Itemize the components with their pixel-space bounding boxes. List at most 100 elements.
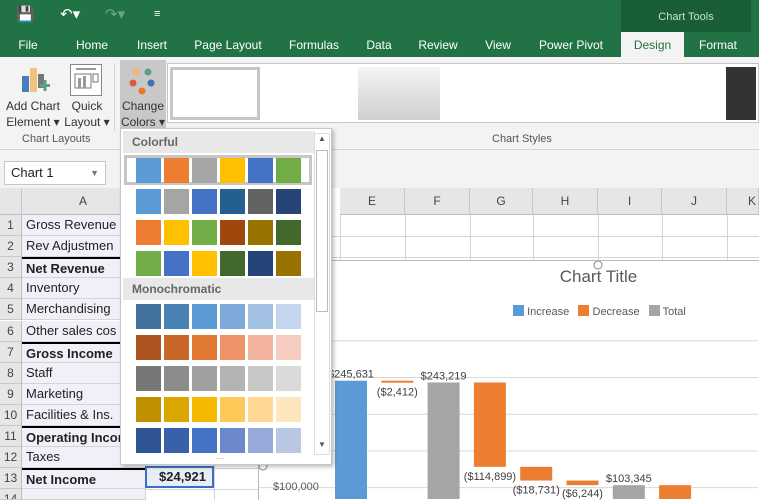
colorful-palette-1-swatch[interactable] — [136, 158, 161, 183]
chart-style-1[interactable] — [170, 67, 260, 120]
monochromatic-palette-4-swatch[interactable] — [136, 397, 161, 422]
row-header[interactable]: 5 — [0, 299, 22, 321]
monochromatic-palette-3-swatch[interactable] — [192, 366, 217, 391]
monochromatic-palette-2-swatch[interactable] — [220, 335, 245, 360]
monochromatic-palette-2-swatch[interactable] — [164, 335, 189, 360]
colorful-palette-2-swatch[interactable] — [164, 189, 189, 214]
row-header[interactable]: 13 — [0, 468, 22, 490]
monochromatic-palette-5-swatch[interactable] — [220, 428, 245, 453]
colorful-palette-1-swatch[interactable] — [220, 158, 245, 183]
colorful-palette-4-swatch[interactable] — [136, 251, 161, 276]
bar-increase[interactable] — [335, 380, 367, 499]
cell-b13[interactable]: $24,921 — [145, 466, 214, 488]
monochromatic-palette-3-swatch[interactable] — [164, 366, 189, 391]
tab-insert[interactable]: Insert — [132, 32, 172, 57]
monochromatic-palette-2-swatch[interactable] — [276, 335, 301, 360]
bar-decrease[interactable] — [381, 380, 414, 383]
row-header[interactable]: 7 — [0, 341, 22, 363]
colorful-palette-4-swatch[interactable] — [276, 251, 301, 276]
tab-design[interactable]: Design — [621, 32, 684, 57]
monochromatic-palette-3-swatch[interactable] — [248, 366, 273, 391]
monochromatic-palette-1-swatch[interactable] — [136, 304, 161, 329]
colorful-palette-2-swatch[interactable] — [248, 189, 273, 214]
colorful-palette-3-swatch[interactable] — [192, 220, 217, 245]
chart-style-3[interactable] — [358, 67, 440, 120]
colorful-palette-4-swatch[interactable] — [220, 251, 245, 276]
monochromatic-palette-5-swatch[interactable] — [248, 428, 273, 453]
select-all-corner[interactable] — [0, 188, 22, 215]
monochromatic-palette-1-swatch[interactable] — [248, 304, 273, 329]
colorful-palette-1-swatch[interactable] — [276, 158, 301, 183]
cell-a14[interactable] — [22, 489, 145, 500]
monochromatic-palette-2-swatch[interactable] — [248, 335, 273, 360]
colorful-palette-3-swatch[interactable] — [164, 220, 189, 245]
chevron-down-icon[interactable]: ▼ — [90, 162, 99, 184]
row-header[interactable]: 8 — [0, 362, 22, 384]
tab-view[interactable]: View — [480, 32, 516, 57]
colorful-palette-2-swatch[interactable] — [136, 189, 161, 214]
monochromatic-palette-5-swatch[interactable] — [192, 428, 217, 453]
scrollbar-thumb[interactable] — [316, 150, 328, 312]
colorful-palette-3-swatch[interactable] — [220, 220, 245, 245]
monochromatic-palette-1-swatch[interactable] — [276, 304, 301, 329]
colorful-palette-1-swatch[interactable] — [164, 158, 189, 183]
chart-style-6[interactable] — [634, 67, 716, 120]
row-header[interactable]: 9 — [0, 383, 22, 405]
chart-style-2[interactable] — [264, 67, 346, 120]
scroll-down-icon[interactable]: ▼ — [315, 440, 329, 454]
monochromatic-palette-1-swatch[interactable] — [164, 304, 189, 329]
chart-style-7[interactable] — [726, 67, 756, 120]
scroll-up-icon[interactable]: ▲ — [315, 134, 329, 148]
tab-data[interactable]: Data — [362, 32, 396, 57]
save-icon[interactable]: 💾 — [16, 5, 35, 23]
add-chart-element-button[interactable]: Add Chart Element ▾ — [6, 62, 60, 140]
column-header-f[interactable]: F — [405, 188, 470, 215]
column-header-k[interactable]: K — [727, 188, 759, 215]
column-header-h[interactable]: H — [533, 188, 598, 215]
monochromatic-palette-3-swatch[interactable] — [276, 366, 301, 391]
colorful-palette-3-swatch[interactable] — [136, 220, 161, 245]
chart-style-5[interactable] — [542, 67, 624, 120]
colorful-palette-4-swatch[interactable] — [192, 251, 217, 276]
row-header[interactable]: 10 — [0, 404, 22, 426]
waterfall-chart[interactable]: $245,631 ($2,412) $243,219 ($114,899) ($18,7… — [258, 260, 759, 500]
column-header-i[interactable]: I — [598, 188, 662, 215]
tab-home[interactable]: Home — [70, 32, 114, 57]
change-colors-button[interactable]: Change Colors ▾ — [120, 60, 166, 130]
quick-layout-button[interactable]: Quick Layout ▾ — [62, 62, 112, 140]
colorful-palette-3-swatch[interactable] — [276, 220, 301, 245]
tab-format[interactable]: Format — [690, 32, 746, 57]
cell-a13[interactable]: Net Income — [22, 468, 145, 490]
customize-qat-icon[interactable]: ≡ — [154, 8, 160, 20]
colorful-palette-1-swatch[interactable] — [192, 158, 217, 183]
monochromatic-palette-5-swatch[interactable] — [276, 428, 301, 453]
bar-decrease[interactable] — [520, 466, 553, 481]
row-header[interactable]: 1 — [0, 215, 22, 236]
monochromatic-palette-3-swatch[interactable] — [220, 366, 245, 391]
row-header[interactable]: 14 — [0, 489, 22, 500]
bar-total[interactable] — [427, 382, 460, 499]
row-header[interactable]: 11 — [0, 426, 22, 447]
colorful-palette-2-swatch[interactable] — [192, 189, 217, 214]
bar-decrease[interactable] — [659, 485, 692, 499]
monochromatic-palette-2-swatch[interactable] — [136, 335, 161, 360]
bar-decrease[interactable] — [473, 382, 506, 467]
monochromatic-palette-1-swatch[interactable] — [192, 304, 217, 329]
chart-title[interactable]: Chart Title — [259, 267, 758, 287]
chart-style-4[interactable] — [450, 67, 532, 120]
bar-decrease[interactable] — [566, 480, 599, 486]
colorful-palette-1-swatch[interactable] — [248, 158, 273, 183]
row-header[interactable]: 12 — [0, 447, 22, 469]
tab-formulas[interactable]: Formulas — [284, 32, 344, 57]
row-header[interactable]: 3 — [0, 257, 22, 279]
chart-legend[interactable]: Increase Decrease Total — [513, 305, 686, 318]
monochromatic-palette-4-swatch[interactable] — [248, 397, 273, 422]
column-header-j[interactable]: J — [662, 188, 727, 215]
monochromatic-palette-4-swatch[interactable] — [192, 397, 217, 422]
monochromatic-palette-4-swatch[interactable] — [276, 397, 301, 422]
bar-total[interactable] — [612, 485, 645, 499]
monochromatic-palette-4-swatch[interactable] — [220, 397, 245, 422]
name-box[interactable]: Chart 1 ▼ — [4, 161, 106, 185]
monochromatic-palette-4-swatch[interactable] — [164, 397, 189, 422]
monochromatic-palette-5-swatch[interactable] — [164, 428, 189, 453]
